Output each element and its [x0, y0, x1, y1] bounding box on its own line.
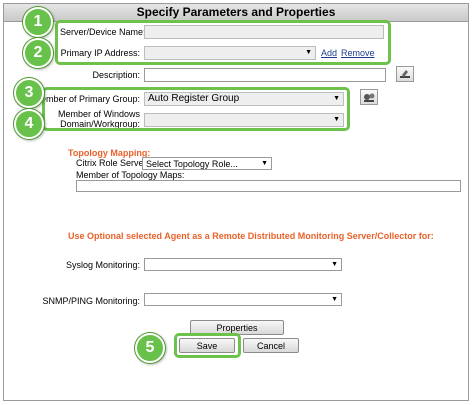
- step-badge-2: 2: [23, 38, 53, 68]
- highlight-server-ip: [55, 20, 391, 65]
- citrix-role-value: Select Topology Role...: [146, 159, 238, 169]
- step-badge-4: 4: [14, 109, 44, 139]
- description-input[interactable]: [144, 68, 386, 82]
- snmp-label: SNMP/PING Monitoring:: [42, 296, 140, 306]
- edit-description-icon[interactable]: [396, 66, 414, 82]
- topology-heading: Topology Mapping:: [68, 148, 151, 158]
- step-badge-1: 1: [23, 7, 53, 37]
- topology-maps-input[interactable]: [76, 180, 461, 192]
- chevron-down-icon: ▼: [261, 160, 268, 167]
- snmp-select[interactable]: ▼: [144, 293, 342, 306]
- description-label: Description:: [92, 70, 140, 80]
- step-badge-3: 3: [14, 78, 44, 108]
- chevron-down-icon: ▼: [331, 296, 338, 303]
- chevron-down-icon: ▼: [331, 261, 338, 268]
- agent-heading: Use Optional selected Agent as a Remote …: [68, 231, 434, 241]
- highlight-group-domain: [42, 87, 350, 131]
- step-badge-5: 5: [135, 333, 165, 363]
- cancel-button[interactable]: Cancel: [243, 338, 299, 353]
- syslog-label: Syslog Monitoring:: [65, 260, 140, 270]
- citrix-role-label: Citrix Role Server:: [76, 158, 150, 168]
- highlight-save: [174, 333, 241, 358]
- group-settings-icon[interactable]: [360, 89, 378, 105]
- citrix-role-select[interactable]: Select Topology Role... ▼: [142, 157, 272, 170]
- syslog-select[interactable]: ▼: [144, 258, 342, 271]
